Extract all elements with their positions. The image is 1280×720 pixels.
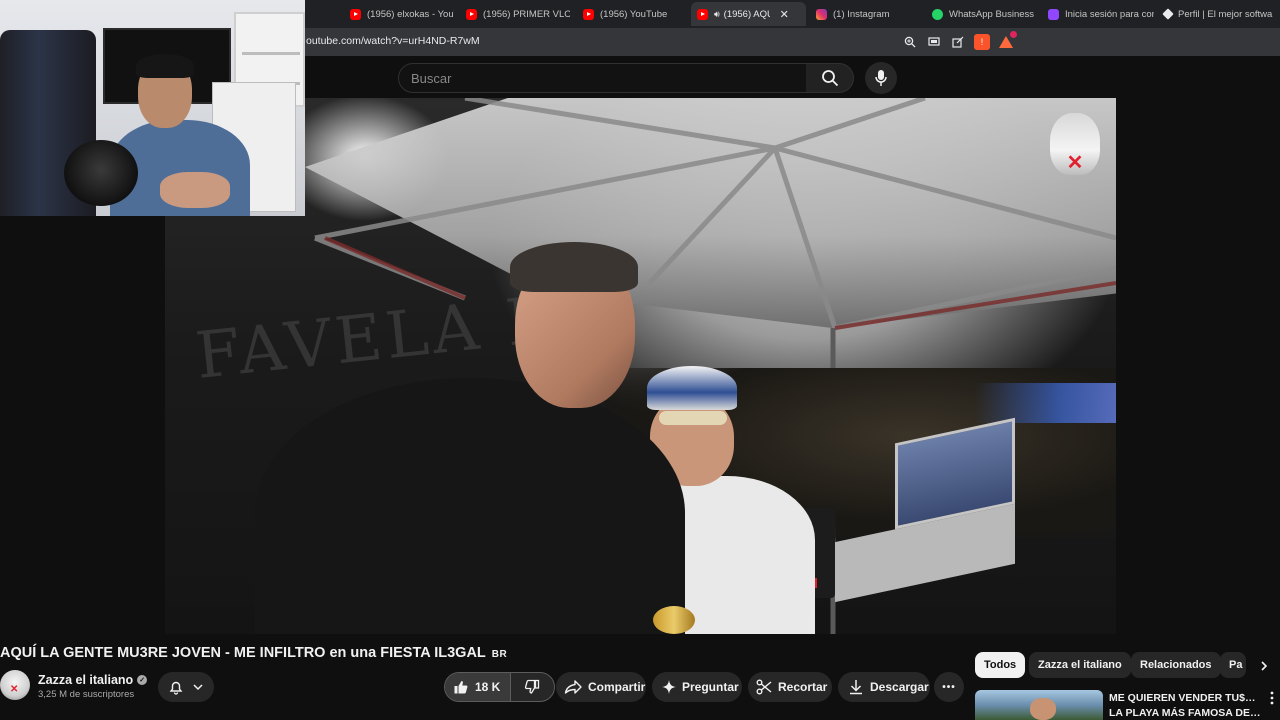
tab-label: (1956) elxokas - YouTube	[367, 8, 454, 20]
brave-shield-icon[interactable]: !	[974, 34, 990, 50]
recommendation-menu-button[interactable]	[1266, 690, 1278, 706]
chip-all[interactable]: Todos	[975, 652, 1026, 678]
chevron-right-icon	[1261, 661, 1268, 671]
like-button[interactable]: 18 K	[445, 673, 512, 701]
twitch-icon	[1048, 8, 1059, 20]
voice-search-button[interactable]	[865, 62, 897, 94]
browser-tab-elxokas[interactable]: (1956) elxokas - YouTube	[344, 2, 454, 26]
download-label: Descargar	[870, 680, 929, 694]
video-title-badge: BR	[491, 649, 508, 660]
thumbs-up-icon	[454, 681, 468, 694]
notification-dot	[1010, 31, 1017, 38]
youtube-icon	[697, 8, 708, 20]
subscriber-count: 3,25 M de suscriptores	[38, 689, 135, 700]
scissors-icon	[756, 679, 772, 695]
browser-tab-whatsapp[interactable]: WhatsApp Business	[926, 2, 1036, 26]
chip-channel[interactable]: Zazza el italiano	[1029, 652, 1131, 678]
clip-label: Recortar	[778, 680, 828, 694]
more-icon: •••	[942, 681, 956, 693]
bell-icon	[169, 681, 183, 695]
speaker-icon: 🔊︎	[714, 8, 720, 19]
channel-name-text[interactable]: Zazza el italiano	[38, 673, 133, 687]
instagram-icon	[816, 8, 827, 20]
share-icon	[564, 680, 582, 694]
youtube-icon	[466, 8, 477, 20]
dislike-button[interactable]	[511, 673, 553, 701]
search-button[interactable]	[806, 63, 854, 93]
channel-name[interactable]: Zazza el italiano ✓	[38, 673, 148, 687]
share-label: Compartir	[588, 680, 646, 694]
tab-label: WhatsApp Business	[949, 8, 1035, 20]
chip-related[interactable]: Relacionados	[1131, 652, 1221, 678]
tab-label: Perfil | El mejor softwa	[1178, 8, 1273, 20]
close-tab-icon[interactable]: ✕	[780, 8, 789, 21]
host-person	[255, 242, 685, 634]
cast-icon[interactable]	[926, 34, 942, 50]
tab-label: Inicia sesión para con	[1065, 8, 1154, 20]
kebab-menu-icon	[1270, 691, 1274, 705]
browser-tab-twitch[interactable]: Inicia sesión para con	[1042, 2, 1154, 26]
clip-button[interactable]: Recortar	[748, 672, 832, 702]
browser-tab-primer-vlog[interactable]: (1956) PRIMER VLOG en	[460, 2, 570, 26]
recommendation-thumbnail[interactable]	[975, 690, 1103, 720]
download-button[interactable]: Descargar	[838, 672, 930, 702]
search-input[interactable]: Buscar	[398, 63, 807, 93]
stage-light	[975, 383, 1116, 423]
webcam-person-hand	[160, 172, 230, 208]
youtube-icon	[350, 8, 361, 20]
channel-avatar[interactable]	[0, 670, 30, 700]
tab-label: (1956) YouTube	[600, 8, 668, 20]
chip-more[interactable]: Pa	[1220, 652, 1246, 678]
tab-label: (1) Instagram	[833, 8, 890, 20]
download-icon	[850, 680, 862, 695]
chevron-down-icon	[193, 684, 203, 691]
webcam-person-hair	[136, 54, 194, 78]
youtube-icon	[583, 8, 594, 20]
recommendation-title-line2: LA PLAYA MÁS FAMOSA DEL ...	[1109, 707, 1261, 719]
microphone-icon	[875, 70, 887, 86]
browser-tab-youtube[interactable]: (1956) YouTube	[577, 2, 685, 26]
browser-tab-perfil[interactable]: Perfil | El mejor softwa	[1158, 2, 1280, 26]
webcam-microphone	[64, 140, 138, 206]
drink-can	[653, 606, 695, 634]
webcam-overlay	[0, 0, 305, 216]
verified-icon: ✓	[137, 675, 148, 685]
sparkle-icon	[662, 680, 676, 694]
like-count: 18 K	[475, 680, 501, 694]
more-actions-button[interactable]: •••	[934, 672, 964, 702]
thumbs-down-icon	[525, 679, 540, 694]
tab-label: (1956) AQUÍ LA	[723, 8, 770, 20]
browser-tab-instagram[interactable]: (1) Instagram	[810, 2, 920, 26]
search-icon	[821, 70, 838, 87]
screen: (1956) elxokas - YouTube (1956) PRIMER V…	[0, 0, 1280, 720]
video-player[interactable]: FAVELA DO ✕	[165, 98, 1116, 634]
address-bar-actions: !	[902, 31, 1017, 50]
browser-tab-current[interactable]: 🔊︎ (1956) AQUÍ LA ✕	[691, 2, 806, 26]
share-button[interactable]: Compartir	[556, 672, 646, 702]
tab-label: (1956) PRIMER VLOG en	[483, 8, 570, 20]
zoom-icon[interactable]	[902, 34, 918, 50]
generic-site-icon	[1162, 8, 1174, 20]
chips-next-button[interactable]	[1254, 656, 1274, 676]
url-text[interactable]: outube.com/watch?v=urH4ND-R7wM	[306, 35, 480, 47]
video-title: AQUÍ LA GENTE MU3RE JOVEN - ME INFILTRO …	[0, 645, 507, 661]
ask-label: Preguntar	[682, 680, 739, 694]
ask-button[interactable]: Preguntar	[652, 672, 742, 702]
recommendation-title-line1: ME QUIEREN VENDER TU$$I en	[1109, 692, 1261, 704]
notifications-button[interactable]	[158, 672, 214, 702]
channel-watermark-logo: ✕	[1050, 113, 1100, 175]
like-dislike-group: 18 K	[444, 672, 555, 702]
brave-rewards-icon[interactable]	[998, 31, 1017, 50]
whatsapp-icon	[932, 8, 943, 20]
video-title-text: AQUÍ LA GENTE MU3RE JOVEN - ME INFILTRO …	[0, 645, 486, 661]
share-page-icon[interactable]	[950, 34, 966, 50]
recommendation-title[interactable]: ME QUIEREN VENDER TU$$I en LA PLAYA MÁS …	[1109, 691, 1261, 720]
